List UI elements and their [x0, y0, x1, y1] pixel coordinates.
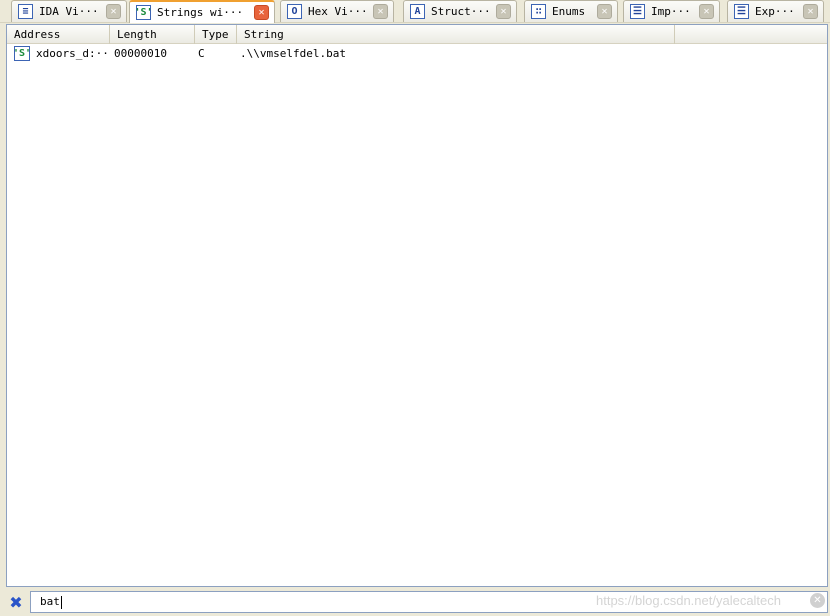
- tab-strings-window[interactable]: 'S' Strings wi··· ✕: [129, 0, 275, 23]
- watermark: https://blog.csdn.net/yalecaltech: [596, 593, 782, 608]
- close-icon[interactable]: ✕: [803, 4, 818, 19]
- string-item-icon: 'S': [12, 46, 32, 61]
- tab-label: Imp···: [651, 5, 691, 18]
- clear-filter-icon[interactable]: ✕: [810, 593, 825, 608]
- close-icon[interactable]: ✕: [106, 4, 121, 19]
- tab-enums[interactable]: ∷ Enums ✕: [524, 0, 618, 22]
- close-icon[interactable]: ✕: [373, 4, 388, 19]
- column-header-address[interactable]: Address: [7, 25, 110, 44]
- filter-icon[interactable]: ✖: [8, 593, 24, 612]
- close-icon[interactable]: ✕: [597, 4, 612, 19]
- close-icon[interactable]: ✕: [254, 5, 269, 20]
- tab-label: Enums: [552, 5, 586, 18]
- filter-value: bat: [40, 595, 60, 608]
- cell-type: C: [198, 47, 205, 60]
- tab-label: Hex Vi···: [308, 5, 368, 18]
- cell-address: xdoors_d:···: [36, 47, 110, 60]
- close-icon[interactable]: ✕: [699, 4, 714, 19]
- list-header: Address Length Type String: [7, 25, 827, 44]
- cell-length: 00000010: [114, 47, 167, 60]
- tab-hex-view[interactable]: O Hex Vi··· ✕: [280, 0, 394, 22]
- table-row[interactable]: 'S' xdoors_d:··· 00000010 C .\\vmselfdel…: [7, 45, 827, 62]
- hex-view-icon: O: [287, 4, 302, 19]
- structures-icon: A: [410, 4, 425, 19]
- filter-bar: ✖ bat https://blog.csdn.net/yalecaltech …: [0, 589, 830, 616]
- tab-structures[interactable]: A Struct··· ✕: [403, 0, 517, 22]
- close-icon[interactable]: ✕: [496, 4, 511, 19]
- strings-list[interactable]: Address Length Type String 'S' xdoors_d:…: [6, 24, 828, 587]
- strings-icon: 'S': [134, 5, 153, 20]
- column-header-string[interactable]: String: [237, 25, 675, 44]
- column-header-length[interactable]: Length: [110, 25, 195, 44]
- exports-icon: ☰: [734, 4, 749, 19]
- imports-icon: ☰: [630, 4, 645, 19]
- tab-label: Struct···: [431, 5, 491, 18]
- text-caret: [60, 595, 62, 609]
- tab-label: Strings wi···: [157, 6, 244, 19]
- tab-ida-view[interactable]: ≡ IDA Vi··· ✕: [11, 0, 127, 22]
- tab-label: Exp···: [755, 5, 795, 18]
- tab-label: IDA Vi···: [39, 5, 99, 18]
- ida-view-icon: ≡: [18, 4, 33, 19]
- enums-icon: ∷: [531, 4, 546, 19]
- column-header-type[interactable]: Type: [195, 25, 237, 44]
- tab-bar: ≡ IDA Vi··· ✕ 'S' Strings wi··· ✕ O Hex …: [0, 0, 830, 23]
- tab-imports[interactable]: ☰ Imp··· ✕: [623, 0, 720, 22]
- tab-exports[interactable]: ☰ Exp··· ✕: [727, 0, 824, 22]
- cell-string: .\\vmselfdel.bat: [240, 47, 346, 60]
